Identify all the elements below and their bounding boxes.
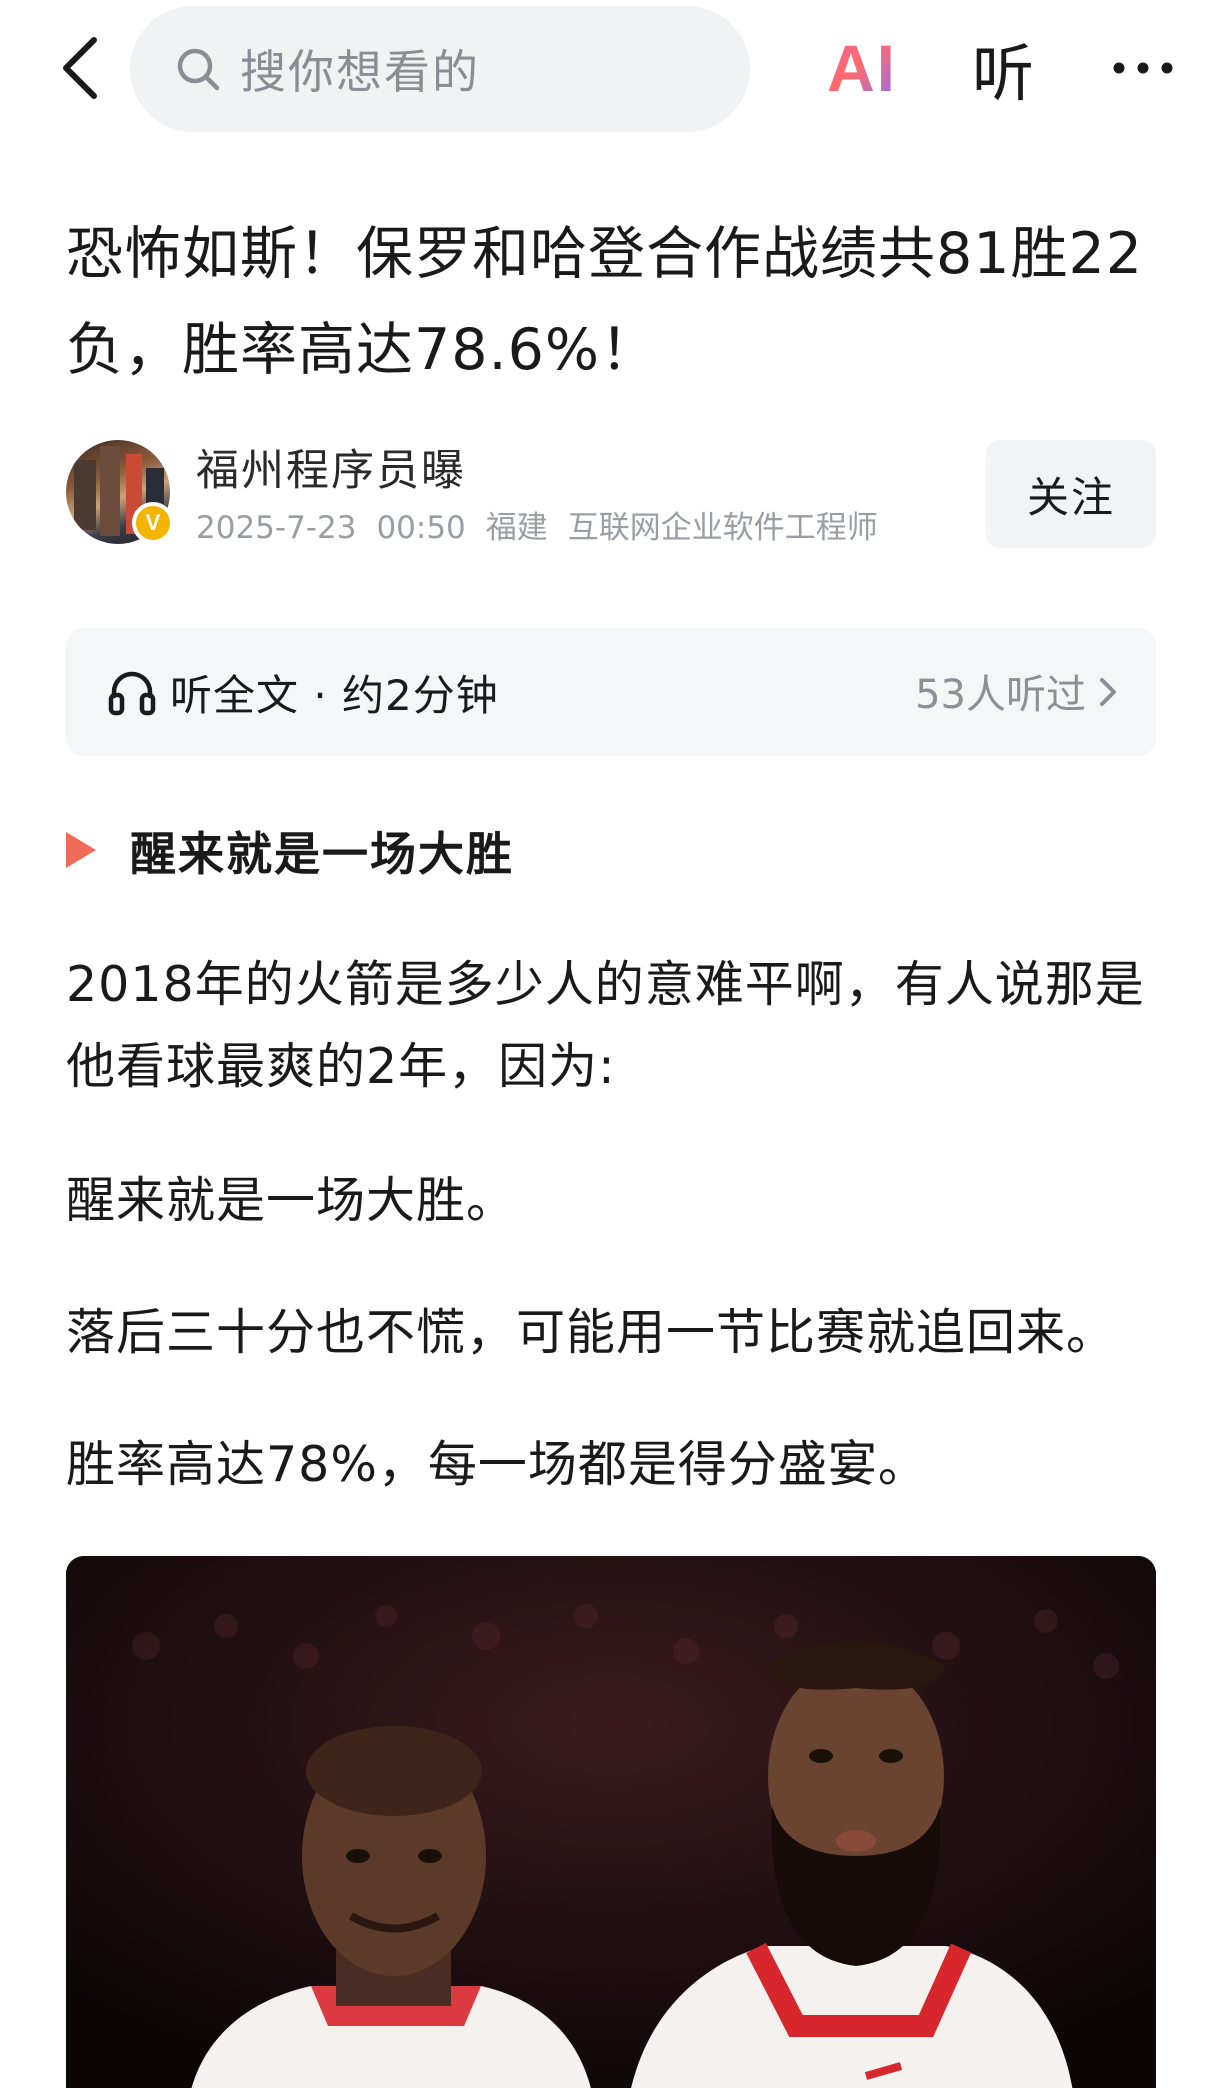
author-name[interactable]: 福州程序员曝 [196, 436, 466, 498]
search-placeholder: 搜你想看的 [240, 45, 480, 99]
author-profession: 互联网企业软件工程师 [567, 510, 878, 546]
headphone-icon [108, 671, 156, 716]
publish-time: 00:50 [376, 510, 466, 546]
listen-full-text-bar[interactable]: 听全文 · 约2分钟 53人听过 [66, 628, 1156, 756]
top-nav-bar: 搜你想看的 AI 听 [0, 0, 1220, 136]
section-heading: 醒来就是一场大胜 [66, 818, 1156, 888]
paragraph: 醒来就是一场大胜。 [66, 1172, 517, 1229]
search-input[interactable]: 搜你想看的 [130, 6, 750, 132]
more-icon [1113, 62, 1173, 74]
article-image-illustration [66, 1556, 1156, 2088]
back-button[interactable] [52, 28, 108, 108]
listen-count: 53人听过 [915, 672, 1086, 718]
search-icon [172, 43, 224, 95]
paragraph: 胜率高达78%，每一场都是得分盛宴。 [66, 1436, 928, 1493]
chevron-right-icon [1100, 678, 1116, 706]
paragraph: 落后三十分也不慌，可能用一节比赛就追回来。 [66, 1304, 1117, 1361]
author-meta: 2025-7-23 00:50 福建 互联网企业软件工程师 [196, 502, 898, 547]
author-location: 福建 [485, 510, 548, 546]
chevron-left-icon [63, 37, 97, 99]
more-button[interactable] [1088, 26, 1198, 110]
play-triangle-icon [66, 832, 96, 868]
article-title: 恐怖如斯！保罗和哈登合作战绩共81胜22负，胜率高达78.6%！ [66, 221, 1144, 383]
publish-date: 2025-7-23 [196, 510, 357, 546]
listen-button[interactable]: 听 [948, 26, 1058, 110]
ai-button[interactable]: AI [806, 26, 918, 110]
paragraph: 2018年的火箭是多少人的意难平啊，有人说那是他看球最爽的2年，因为: [66, 956, 1145, 1095]
article-image[interactable] [66, 1556, 1156, 2088]
ai-label: AI [827, 31, 897, 105]
listen-label: 听全文 · 约2分钟 [170, 671, 499, 720]
section-title: 醒来就是一场大胜 [130, 827, 514, 881]
follow-button[interactable]: 关注 [986, 440, 1156, 548]
verified-badge: V [132, 502, 174, 544]
